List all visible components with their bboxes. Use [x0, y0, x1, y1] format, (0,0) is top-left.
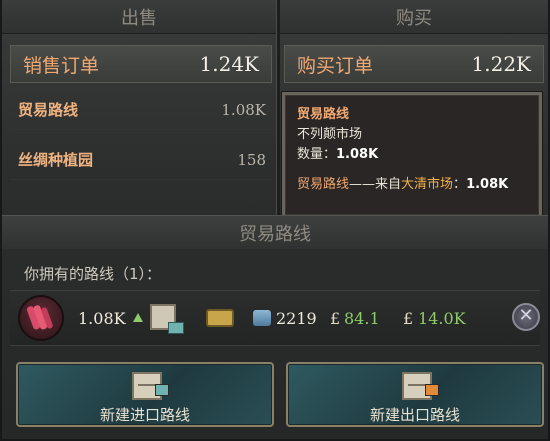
import-crate-icon [150, 304, 184, 334]
sell-row-value: 158 [237, 150, 266, 169]
tooltip-line-prefix: 贸易路线 [297, 177, 350, 192]
close-route-button[interactable]: ✕ [512, 303, 540, 331]
column-divider [276, 0, 280, 215]
route-convoys: 2219 [276, 309, 317, 328]
tooltip-qty-value: 1.08K [336, 147, 379, 162]
buy-orders-value: 1.22K [471, 52, 531, 76]
route-price: 84.1 [344, 309, 380, 328]
sell-row-value: 1.08K [221, 100, 266, 119]
tooltip-title: 贸易路线 [297, 107, 350, 122]
sell-row-label: 丝绸种植园 [18, 151, 94, 169]
tooltip-line-market: 大清市场 [401, 177, 454, 192]
trade-route-tooltip: 贸易路线 不列颠市场 数量：1.08K 贸易路线——来自大清市场：1.08K [282, 92, 542, 218]
tooltip-line-mid: ——来自 [349, 177, 402, 192]
buy-orders-header: 购买订单 1.22K [284, 45, 544, 83]
new-import-route-button[interactable]: 新建进口路线 [16, 362, 274, 427]
tab-buy[interactable]: 购买 [280, 0, 548, 34]
route-amount: 1.08K [78, 309, 126, 328]
tooltip-line-colon: ： [453, 177, 467, 192]
import-badge-icon [155, 384, 169, 396]
trade-goods-icon [206, 309, 234, 327]
trade-route-row[interactable]: 1.08K 2219 £ 84.1 £ 14.0K ✕ [10, 290, 540, 346]
tooltip-source-line: 贸易路线——来自大清市场：1.08K [297, 175, 527, 195]
pound-icon: £ [403, 309, 414, 328]
buy-orders-label: 购买订单 [297, 54, 374, 77]
sell-orders-label: 销售订单 [23, 54, 100, 77]
trade-routes-header: 贸易路线 [2, 215, 548, 249]
convoy-icon [253, 310, 271, 326]
sell-row-silk-plantation[interactable]: 丝绸种植园 158 [10, 140, 272, 180]
tooltip-market: 不列颠市场 [297, 127, 363, 142]
tab-sell[interactable]: 出售 [2, 0, 276, 34]
route-profit: 14.0K [418, 309, 466, 328]
sell-row-label: 贸易路线 [18, 101, 79, 119]
sell-orders-value: 1.24K [199, 52, 259, 76]
sell-row-trade-routes[interactable]: 贸易路线 1.08K [10, 90, 272, 130]
arrow-up-icon [133, 313, 143, 322]
export-badge-icon [425, 384, 439, 396]
new-export-route-label: 新建出口路线 [369, 406, 460, 424]
pound-icon: £ [330, 309, 341, 328]
tooltip-qty-label: 数量： [297, 147, 337, 162]
silk-icon [18, 295, 64, 341]
new-export-route-button[interactable]: 新建出口路线 [286, 362, 544, 427]
tooltip-quantity: 数量：1.08K [297, 145, 527, 165]
owned-routes-label: 你拥有的路线（1）： [24, 265, 162, 283]
sell-orders-header: 销售订单 1.24K [10, 45, 272, 83]
tooltip-line-value: 1.08K [466, 177, 509, 192]
new-import-route-label: 新建进口路线 [99, 406, 190, 424]
